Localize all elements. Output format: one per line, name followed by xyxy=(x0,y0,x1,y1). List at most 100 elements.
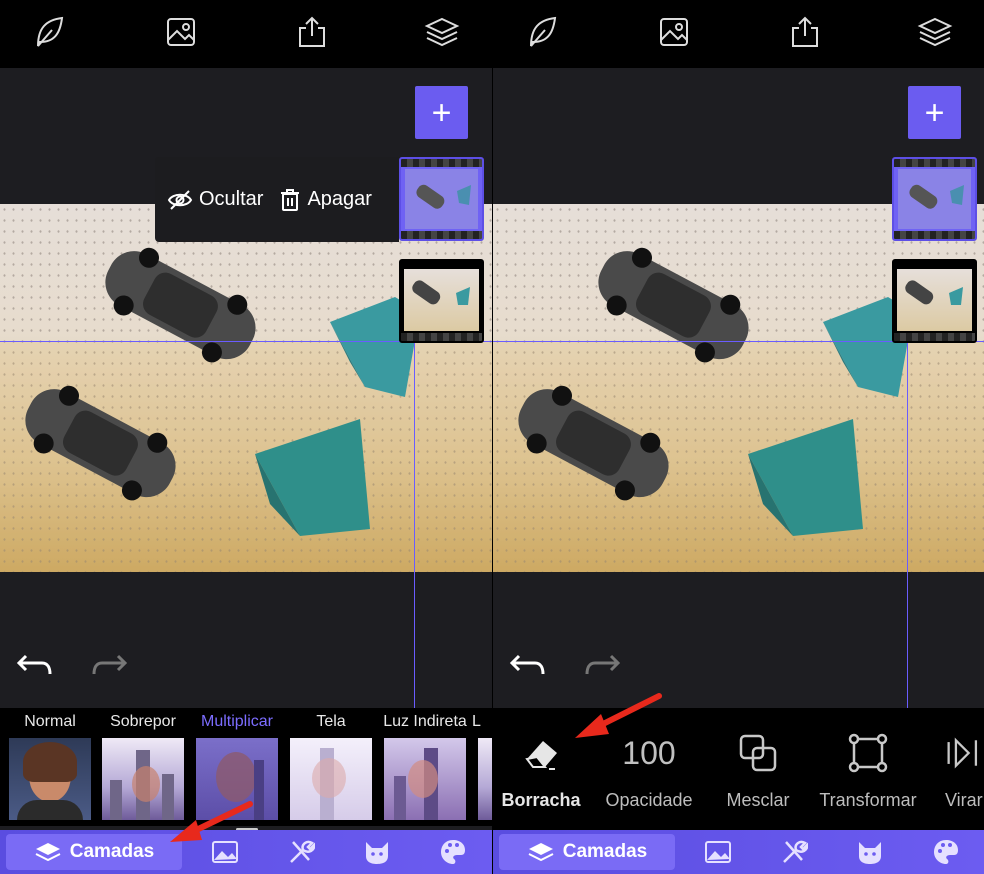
layer-preview xyxy=(404,269,479,331)
tab-mask[interactable] xyxy=(363,838,391,866)
tool-transform[interactable]: Transformar xyxy=(811,730,925,826)
layer-context-menu: Ocultar Apagar xyxy=(155,157,399,242)
layers-icon[interactable] xyxy=(917,14,953,50)
transparency-pattern xyxy=(894,333,975,341)
delete-label: Apagar xyxy=(307,188,372,210)
undo-icon xyxy=(16,654,52,675)
blend-mode-soft-light[interactable]: Luz Indireta xyxy=(382,708,468,826)
layer-thumbnail[interactable] xyxy=(892,259,977,343)
top-toolbar xyxy=(0,0,492,68)
blend-preview xyxy=(290,738,372,820)
blend-mode-normal[interactable]: Normal xyxy=(7,708,93,826)
tab-tools[interactable] xyxy=(287,838,316,866)
redo-icon xyxy=(585,654,621,675)
blend-mode-label: L xyxy=(472,713,481,730)
tab-layers[interactable]: Camadas xyxy=(6,834,182,870)
tools-icon xyxy=(783,840,809,863)
hide-label: Ocultar xyxy=(199,188,264,210)
layers-icon xyxy=(528,843,554,862)
toy-block xyxy=(748,419,863,536)
plus-icon: + xyxy=(924,93,945,132)
layer-thumbnail[interactable] xyxy=(399,259,484,343)
share-icon[interactable] xyxy=(294,14,330,50)
tool-merge[interactable]: Mesclar xyxy=(715,730,801,826)
cat-mask-icon xyxy=(859,842,881,864)
tab-layers-label: Camadas xyxy=(69,841,155,862)
transparency-pattern xyxy=(894,231,975,239)
share-icon[interactable] xyxy=(787,14,823,50)
layers-icon[interactable] xyxy=(424,14,460,50)
guide-line-vertical xyxy=(907,342,908,708)
transparency-pattern xyxy=(401,231,482,239)
blend-preview xyxy=(384,738,466,820)
toy-block xyxy=(255,419,370,536)
layers-icon xyxy=(35,843,61,862)
toy-car xyxy=(105,247,256,363)
undo-button[interactable] xyxy=(509,648,547,682)
tool-label: Borracha xyxy=(501,790,581,810)
undo-button[interactable] xyxy=(16,648,54,682)
tab-tools[interactable] xyxy=(780,838,809,866)
toy-car xyxy=(25,385,176,501)
tab-layers-label: Camadas xyxy=(562,841,648,862)
cat-mask-icon xyxy=(366,842,388,864)
red-arrow-annotation xyxy=(170,801,253,842)
blend-mode-screen[interactable]: Tela xyxy=(288,708,374,826)
trash-icon xyxy=(281,188,300,211)
eraser-icon xyxy=(525,741,557,770)
transform-icon xyxy=(848,733,888,773)
blend-mode-label: Tela xyxy=(316,713,346,730)
tab-image[interactable] xyxy=(704,838,732,866)
blend-preview xyxy=(478,738,492,820)
right-screen: + Borracha 100 Opacidade Mesclar Transfo… xyxy=(492,0,984,874)
add-layer-button[interactable]: + xyxy=(415,86,468,139)
toy-car xyxy=(518,385,669,501)
transparency-pattern xyxy=(401,159,482,167)
blend-mode-label: Normal xyxy=(24,713,76,730)
palette-icon xyxy=(441,840,465,864)
blend-mode-label: Sobrepor xyxy=(110,713,176,730)
blend-mode-label: Multiplicar xyxy=(200,713,273,730)
palette-icon xyxy=(934,840,958,864)
leaf-icon[interactable] xyxy=(525,14,561,50)
tool-label: Opacidade xyxy=(605,790,693,810)
layer-preview xyxy=(897,269,972,331)
layer-tools-strip: Borracha 100 Opacidade Mesclar Transform… xyxy=(493,708,984,830)
tab-palette[interactable] xyxy=(932,838,960,866)
merge-icon xyxy=(739,734,777,772)
guide-line-vertical xyxy=(414,342,415,708)
tab-mask[interactable] xyxy=(856,838,884,866)
toy-car xyxy=(598,247,749,363)
tool-flip[interactable]: Virar xyxy=(945,730,984,826)
left-screen: + Ocultar Apagar Normal Sobrepor Multipl… xyxy=(0,0,492,874)
layer-thumbnail-selected[interactable] xyxy=(399,157,484,241)
plus-icon: + xyxy=(431,93,452,132)
redo-button[interactable] xyxy=(90,648,128,682)
flip-icon xyxy=(947,737,978,769)
top-toolbar xyxy=(493,0,984,68)
bottom-tab-bar: Camadas xyxy=(493,830,984,874)
leaf-icon[interactable] xyxy=(32,14,68,50)
blend-mode-label: Luz Indireta xyxy=(383,713,467,730)
tools-icon xyxy=(290,840,316,863)
hide-layer-button[interactable]: Ocultar xyxy=(167,188,263,211)
red-arrow-annotation xyxy=(575,693,662,738)
eye-slash-icon xyxy=(167,189,193,210)
layer-thumbnail-selected[interactable] xyxy=(892,157,977,241)
delete-layer-button[interactable]: Apagar xyxy=(279,188,372,212)
image-icon[interactable] xyxy=(656,14,692,50)
tool-label: Mesclar xyxy=(726,790,790,810)
redo-icon xyxy=(92,654,128,675)
tab-layers[interactable]: Camadas xyxy=(499,834,675,870)
add-layer-button[interactable]: + xyxy=(908,86,961,139)
undo-icon xyxy=(509,654,545,675)
tool-label: Virar xyxy=(945,790,983,810)
blend-mode-more[interactable]: L xyxy=(472,708,492,826)
redo-button[interactable] xyxy=(583,648,621,682)
tool-label: Transformar xyxy=(819,790,917,810)
image-icon xyxy=(705,841,731,863)
tab-palette[interactable] xyxy=(439,838,467,866)
image-icon[interactable] xyxy=(163,14,199,50)
transparency-pattern xyxy=(894,159,975,167)
layer-preview xyxy=(898,169,971,229)
